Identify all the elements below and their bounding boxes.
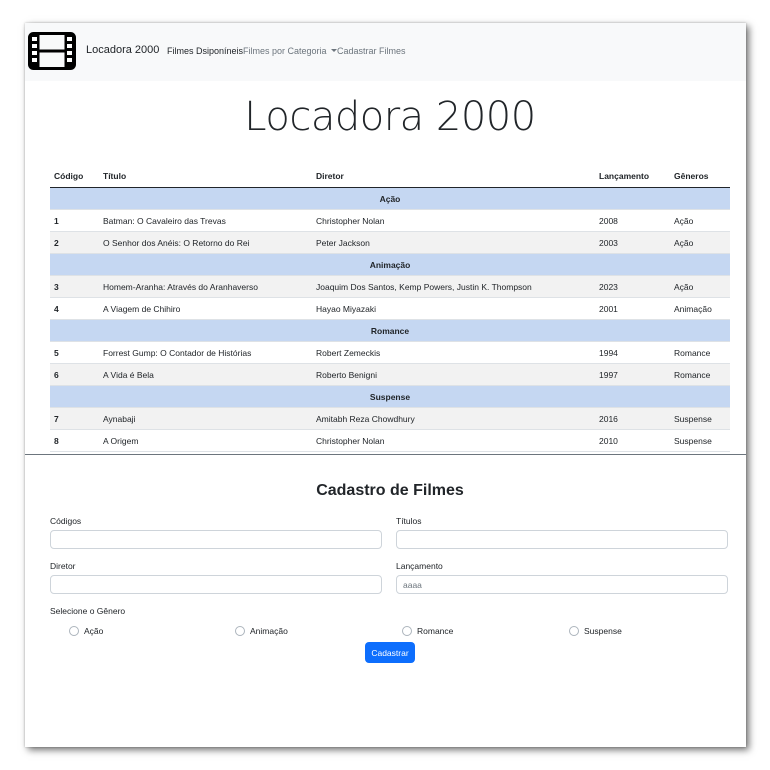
page-title: Locadora 2000 [244,94,536,140]
cell-lancamento: 2023 [595,275,670,298]
cell-codigo: 6 [50,363,99,386]
radio-label: Animação [250,626,288,636]
radio-circle-icon[interactable] [402,626,412,636]
table-row: 6 A Vida é Bela Roberto Benigni 1997 Rom… [50,363,730,386]
cell-genero: Suspense [670,407,730,430]
header-titulo: Título [99,165,312,188]
nav-link-cadastrar-filmes[interactable]: Cadastrar Filmes [337,46,406,56]
lancamento-input[interactable] [396,575,728,594]
cell-genero: Ação [670,275,730,298]
header-lancamento: Lançamento [595,165,670,188]
cell-titulo: O Senhor dos Anéis: O Retorno do Rei [99,231,312,254]
cell-diretor: Christopher Nolan [312,209,595,232]
cell-diretor: Peter Jackson [312,231,595,254]
cell-diretor: Amitabh Reza Chowdhury [312,407,595,430]
cell-codigo: 1 [50,209,99,232]
header-generos: Gêneros [670,165,730,188]
group-row-romance: Romance [50,319,730,342]
cell-titulo: Forrest Gump: O Contador de Histórias [99,341,312,364]
cell-lancamento: 2003 [595,231,670,254]
cell-diretor: Christopher Nolan [312,429,595,452]
group-row-animacao: Animação [50,253,730,276]
radio-label: Ação [84,626,104,636]
diretor-label: Diretor [50,561,76,571]
titulo-input[interactable] [396,530,728,549]
cell-titulo: A Origem [99,429,312,452]
titulo-label: Títulos [396,516,422,526]
nav-dropdown-filmes-por-categoria[interactable]: Filmes por Categoria [243,46,337,56]
radio-circle-icon[interactable] [569,626,579,636]
form-title: Cadastro de Filmes [316,482,464,499]
radio-animacao[interactable]: Animação [235,626,288,636]
table-header-row: Código Título Diretor Lançamento Gêneros [50,165,730,188]
page-window: Locadora 2000 Filmes Dsiponíneis Filmes … [25,23,746,747]
group-label: Suspense [50,385,730,408]
cell-genero: Animação [670,297,730,320]
cell-lancamento: 2001 [595,297,670,320]
nav-link-filmes-disponiveis[interactable]: Filmes Dsiponíneis [167,46,243,56]
cell-titulo: Batman: O Cavaleiro das Trevas [99,209,312,232]
header-codigo: Código [50,165,99,188]
cell-codigo: 3 [50,275,99,298]
group-row-acao: Ação [50,187,730,210]
genero-label: Selecione o Gênero [50,606,126,616]
cell-codigo: 4 [50,297,99,320]
diretor-input[interactable] [50,575,382,594]
codigo-label: Códigos [50,516,82,526]
cell-codigo: 8 [50,429,99,452]
cell-diretor: Hayao Miyazaki [312,297,595,320]
cell-codigo: 5 [50,341,99,364]
radio-romance[interactable]: Romance [402,626,453,636]
table-row: 2 O Senhor dos Anéis: O Retorno do Rei P… [50,231,730,254]
cell-genero: Romance [670,363,730,386]
navbar-brand[interactable]: Locadora 2000 [86,44,159,56]
cell-diretor: Robert Zemeckis [312,341,595,364]
radio-acao[interactable]: Ação [69,626,103,636]
table-row: 1 Batman: O Cavaleiro das Trevas Christo… [50,209,730,232]
table-row: 4 A Viagem de Chihiro Hayao Miyazaki 200… [50,297,730,320]
table-row: 7 Aynabaji Amitabh Reza Chowdhury 2016 S… [50,407,730,430]
cell-titulo: Aynabaji [99,407,312,430]
cell-lancamento: 1994 [595,341,670,364]
table-row: 8 A Origem Christopher Nolan 2010 Suspen… [50,429,730,452]
cell-codigo: 7 [50,407,99,430]
film-reel-icon[interactable] [28,32,76,70]
cell-codigo: 2 [50,231,99,254]
cell-titulo: A Vida é Bela [99,363,312,386]
cell-genero: Romance [670,341,730,364]
movies-table: Código Título Diretor Lançamento Gêneros… [50,165,730,452]
cell-lancamento: 2016 [595,407,670,430]
header-diretor: Diretor [312,165,595,188]
radio-suspense[interactable]: Suspense [569,626,622,636]
codigo-input[interactable] [50,530,382,549]
group-label: Ação [50,187,730,210]
cell-titulo: A Viagem de Chihiro [99,297,312,320]
radio-label: Suspense [584,626,622,636]
cell-diretor: Roberto Benigni [312,363,595,386]
cell-genero: Suspense [670,429,730,452]
cadastrar-button[interactable]: Cadastrar [365,642,415,663]
table-row: 5 Forrest Gump: O Contador de Histórias … [50,341,730,364]
navbar: Locadora 2000 Filmes Dsiponíneis Filmes … [25,23,746,81]
cell-genero: Ação [670,209,730,232]
cell-diretor: Joaquim Dos Santos, Kemp Powers, Justin … [312,275,595,298]
cell-lancamento: 1997 [595,363,670,386]
radio-circle-icon[interactable] [69,626,79,636]
radio-circle-icon[interactable] [235,626,245,636]
group-label: Animação [50,253,730,276]
cell-titulo: Homem-Aranha: Através do Aranhaverso [99,275,312,298]
radio-label: Romance [417,626,454,636]
nav-dropdown-label: Filmes por Categoria [243,46,327,56]
table-row: 3 Homem-Aranha: Através do Aranhaverso J… [50,275,730,298]
lancamento-label: Lançamento [396,561,443,571]
cell-genero: Ação [670,231,730,254]
cell-lancamento: 2008 [595,209,670,232]
section-divider [25,454,746,455]
group-row-suspense: Suspense [50,385,730,408]
caret-down-icon [330,49,337,52]
cell-lancamento: 2010 [595,429,670,452]
group-label: Romance [50,319,730,342]
